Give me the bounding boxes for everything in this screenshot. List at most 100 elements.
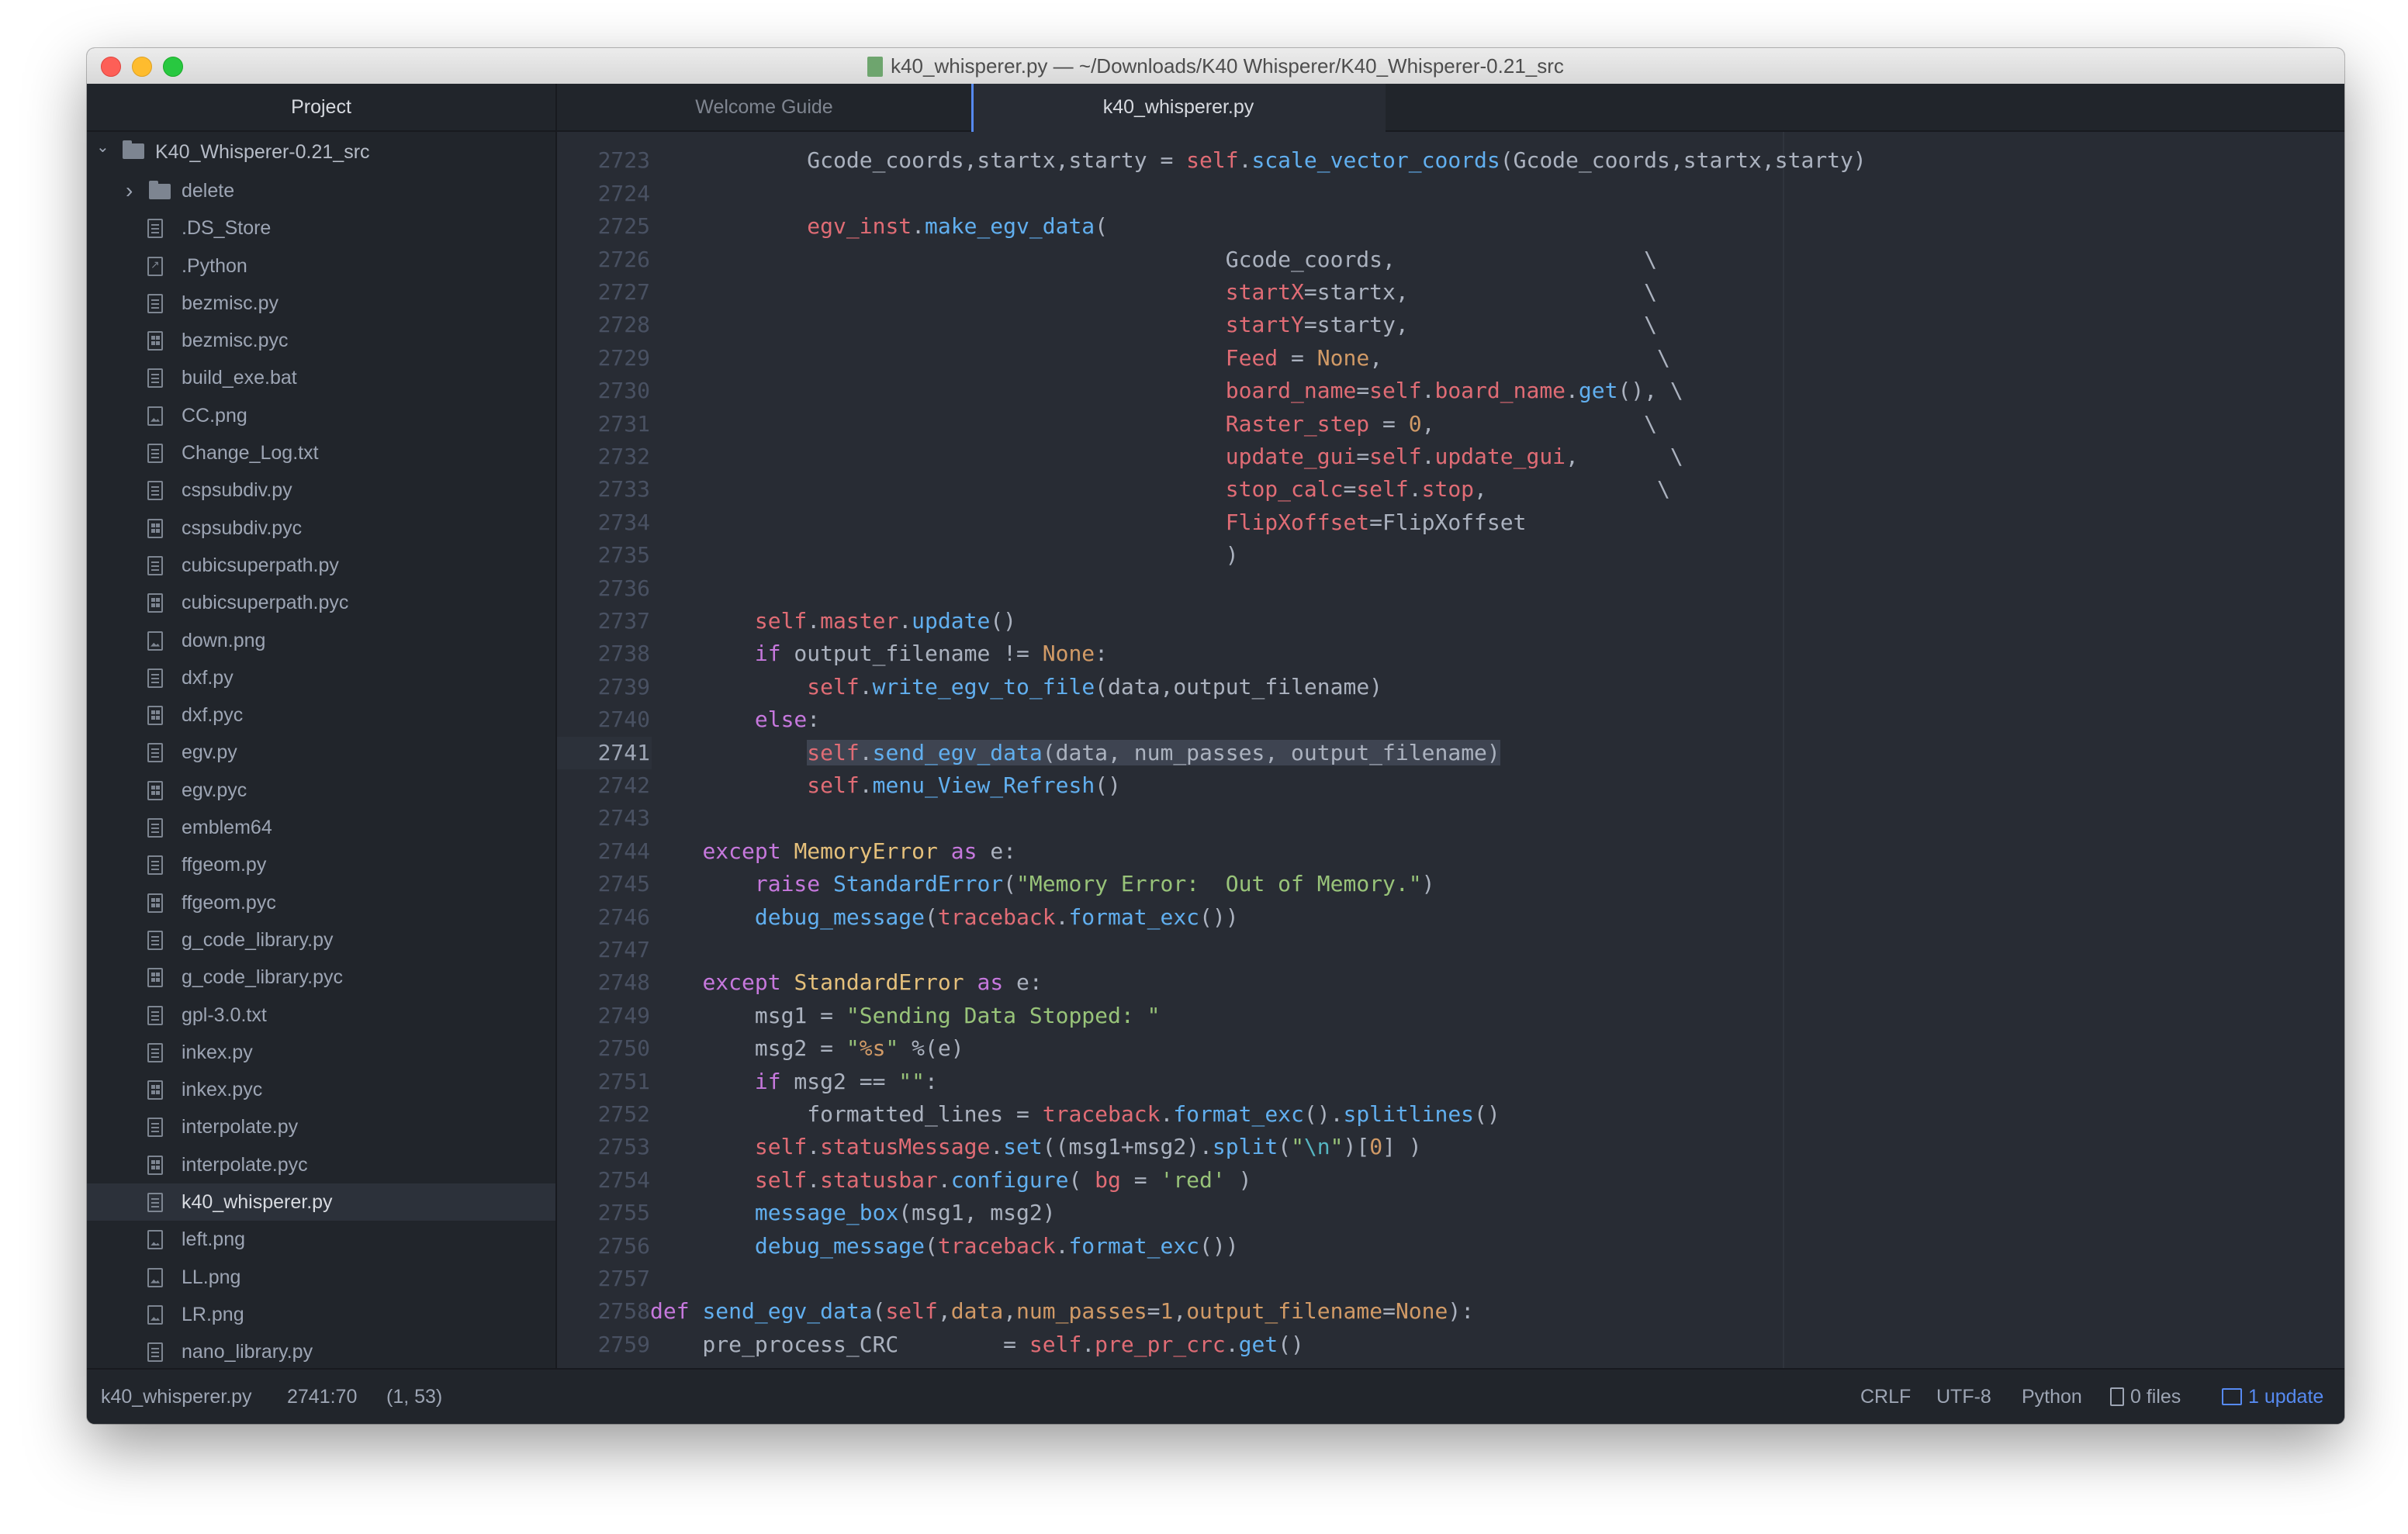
status-updates[interactable]: 1 update: [2222, 1370, 2323, 1424]
tree-file-item[interactable]: cspsubdiv.py: [87, 472, 555, 509]
code-line[interactable]: self.statusMessage.set((msg1+msg2).split…: [650, 1131, 1422, 1163]
line-number[interactable]: 2740: [557, 703, 650, 736]
code-line[interactable]: self.menu_View_Refresh(): [650, 769, 1121, 802]
tree-file-item[interactable]: .DS_Store: [87, 209, 555, 247]
line-number[interactable]: 2736: [557, 572, 650, 605]
line-number[interactable]: 2728: [557, 309, 650, 341]
code-line[interactable]: FlipXoffset=FlipXoffset: [650, 506, 1527, 539]
line-number[interactable]: 2757: [557, 1263, 650, 1295]
tree-file-item[interactable]: interpolate.pyc: [87, 1146, 555, 1183]
line-number[interactable]: 2735: [557, 539, 650, 572]
code-line[interactable]: debug_message(traceback.format_exc()): [650, 901, 1239, 934]
tree-root-folder[interactable]: ⌄ K40_Whisperer-0.21_src: [87, 132, 555, 172]
line-number[interactable]: 2733: [557, 473, 650, 506]
code-line[interactable]: if msg2 == "":: [650, 1066, 938, 1098]
code-line[interactable]: update_gui=self.update_gui, \: [650, 441, 1683, 473]
line-number[interactable]: 2754: [557, 1164, 650, 1197]
code-line[interactable]: board_name=self.board_name.get(), \: [650, 375, 1683, 407]
line-number[interactable]: 2737: [557, 605, 650, 637]
tree-file-item[interactable]: egv.pyc: [87, 772, 555, 809]
line-number[interactable]: 2758: [557, 1295, 650, 1328]
code-line[interactable]: Gcode_coords, \: [650, 244, 1657, 276]
tree-file-item[interactable]: cubicsuperpath.py: [87, 547, 555, 584]
line-number[interactable]: 2739: [557, 671, 650, 703]
line-number[interactable]: 2747: [557, 934, 650, 966]
status-file-name[interactable]: k40_whisperer.py: [101, 1370, 252, 1424]
code-line[interactable]: def send_egv_data(self,data,num_passes=1…: [650, 1295, 1474, 1328]
line-number[interactable]: 2756: [557, 1230, 650, 1263]
code-line[interactable]: Gcode_coords,startx,starty = self.scale_…: [650, 144, 1866, 177]
tree-file-item[interactable]: ffgeom.py: [87, 846, 555, 883]
tree-file-item[interactable]: egv.py: [87, 734, 555, 771]
code-line[interactable]: self.write_egv_to_file(data,output_filen…: [650, 671, 1382, 703]
tree-file-item[interactable]: CC.png: [87, 397, 555, 434]
status-line-ending[interactable]: CRLF: [1860, 1370, 1911, 1424]
tree-file-item[interactable]: build_exe.bat: [87, 359, 555, 396]
code-line[interactable]: pre_process_CRC = self.pre_pr_crc.get(): [650, 1328, 1303, 1361]
tree-file-item[interactable]: dxf.py: [87, 659, 555, 696]
code-line[interactable]: startY=starty, \: [650, 309, 1657, 341]
code-line[interactable]: debug_message(traceback.format_exc()): [650, 1230, 1239, 1263]
line-number[interactable]: 2727: [557, 276, 650, 309]
line-number[interactable]: 2759: [557, 1328, 650, 1361]
line-number[interactable]: 2731: [557, 408, 650, 441]
line-number[interactable]: 2741: [557, 736, 650, 769]
code-line[interactable]: msg1 = "Sending Data Stopped: ": [650, 1000, 1161, 1032]
line-number[interactable]: 2755: [557, 1197, 650, 1229]
line-number[interactable]: 2750: [557, 1032, 650, 1065]
code-line[interactable]: egv_inst.make_egv_data(: [650, 210, 1108, 243]
line-number[interactable]: 2729: [557, 342, 650, 375]
line-number[interactable]: 2738: [557, 637, 650, 670]
code-line[interactable]: if output_filename != None:: [650, 637, 1108, 670]
tree-file-item[interactable]: ffgeom.pyc: [87, 884, 555, 921]
chevron-down-icon[interactable]: ⌄: [96, 127, 109, 168]
line-number[interactable]: 2726: [557, 244, 650, 276]
tree-file-item[interactable]: k40_whisperer.py: [87, 1183, 555, 1221]
tree-file-item[interactable]: LL.png: [87, 1259, 555, 1296]
line-number[interactable]: 2746: [557, 901, 650, 934]
code-line[interactable]: stop_calc=self.stop, \: [650, 473, 1670, 506]
tree-file-item[interactable]: bezmisc.py: [87, 285, 555, 322]
line-number[interactable]: 2748: [557, 966, 650, 999]
line-number[interactable]: 2742: [557, 769, 650, 802]
chevron-right-icon[interactable]: ›: [126, 172, 133, 209]
code-line[interactable]: except StandardError as e:: [650, 966, 1042, 999]
line-number[interactable]: 2730: [557, 375, 650, 407]
tree-file-item[interactable]: interpolate.py: [87, 1108, 555, 1145]
tree-file-item[interactable]: emblem64: [87, 809, 555, 846]
tree-file-item[interactable]: left.png: [87, 1221, 555, 1258]
tree-view-header[interactable]: Project: [87, 84, 555, 132]
code-editor[interactable]: 2723 Gcode_coords,startx,starty = self.s…: [557, 132, 2344, 1368]
tree-file-item[interactable]: dxf.pyc: [87, 696, 555, 734]
code-line[interactable]: self.statusbar.configure( bg = 'red' ): [650, 1164, 1252, 1197]
line-number[interactable]: 2724: [557, 178, 650, 210]
line-number[interactable]: 2723: [557, 144, 650, 177]
tree-file-item[interactable]: LR.png: [87, 1296, 555, 1333]
status-encoding[interactable]: UTF-8: [1936, 1370, 1991, 1424]
tree-file-item[interactable]: inkex.pyc: [87, 1071, 555, 1108]
code-line[interactable]: Feed = None, \: [650, 342, 1670, 375]
tree-file-item[interactable]: g_code_library.pyc: [87, 959, 555, 996]
status-grammar[interactable]: Python: [2022, 1370, 2082, 1424]
code-line[interactable]: except MemoryError as e:: [650, 835, 1016, 868]
tree-folder-delete[interactable]: › delete: [87, 172, 555, 209]
line-number[interactable]: 2725: [557, 210, 650, 243]
tree-file-item[interactable]: inkex.py: [87, 1034, 555, 1071]
line-number[interactable]: 2743: [557, 802, 650, 834]
code-line[interactable]: ): [650, 539, 1239, 572]
tree-file-item[interactable]: gpl-3.0.txt: [87, 997, 555, 1034]
tree-file-item[interactable]: nano_library.py: [87, 1333, 555, 1368]
line-number[interactable]: 2745: [557, 868, 650, 900]
tree-file-item[interactable]: Change_Log.txt: [87, 434, 555, 472]
line-number[interactable]: 2749: [557, 1000, 650, 1032]
line-number[interactable]: 2732: [557, 441, 650, 473]
tree-file-item[interactable]: .Python: [87, 247, 555, 285]
code-line[interactable]: self.send_egv_data(data, num_passes, out…: [650, 737, 1500, 769]
tree-file-item[interactable]: g_code_library.py: [87, 921, 555, 959]
code-line[interactable]: raise StandardError("Memory Error: Out o…: [650, 868, 1435, 900]
tree-file-item[interactable]: cspsubdiv.pyc: [87, 510, 555, 547]
code-line[interactable]: self.master.update(): [650, 605, 1016, 637]
code-line[interactable]: msg2 = "%s" %(e): [650, 1032, 964, 1065]
tree-file-item[interactable]: down.png: [87, 622, 555, 659]
tab-welcome-guide[interactable]: Welcome Guide: [557, 84, 971, 130]
